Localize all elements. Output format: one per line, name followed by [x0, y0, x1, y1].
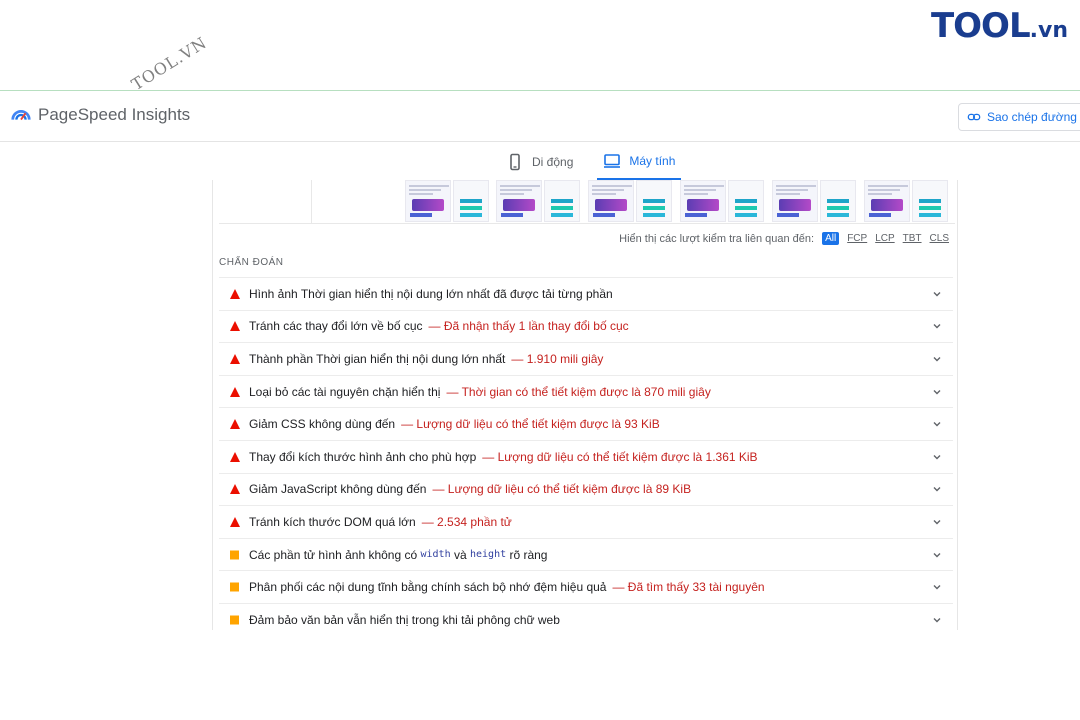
chevron-down-icon[interactable]	[931, 288, 943, 300]
fail-icon	[230, 321, 240, 332]
tab-desktop[interactable]: Máy tính	[597, 150, 682, 180]
audit-display-value: — Thời gian có thể tiết kiệm được là 870…	[446, 384, 711, 399]
pagespeed-icon	[11, 110, 31, 121]
tab-mobile[interactable]: Di động	[500, 150, 579, 180]
average-icon	[230, 615, 239, 625]
brand-domain: .vn	[1029, 18, 1068, 43]
chevron-down-icon[interactable]	[931, 353, 943, 365]
tab-mobile-label: Di động	[532, 155, 574, 169]
copy-link-label: Sao chép đường liên kết	[987, 110, 1080, 124]
audit-row[interactable]: Tránh kích thước DOM quá lớn — 2.534 phầ…	[219, 505, 953, 538]
audit-title: Tránh kích thước DOM quá lớn	[249, 514, 416, 529]
brand-name: TOOL	[930, 6, 1031, 46]
audit-display-value: — 1.910 mili giây	[511, 351, 604, 366]
audit-display-value: — Đã tìm thấy 33 tài nguyên	[612, 580, 765, 595]
audit-title: Thay đổi kích thước hình ảnh cho phù hợp	[249, 449, 477, 464]
chevron-down-icon[interactable]	[931, 483, 943, 495]
audit-display-value: — Đã nhận thấy 1 lần thay đổi bố cục	[428, 319, 629, 334]
app-header: PageSpeed Insights Sao chép đường liên k…	[0, 92, 1080, 142]
audit-filter: Hiển thị các lượt kiểm tra liên quan đến…	[619, 232, 949, 245]
chevron-down-icon[interactable]	[931, 451, 943, 463]
chevron-down-icon[interactable]	[931, 386, 943, 398]
pagespeed-logo[interactable]: PageSpeed Insights	[10, 104, 190, 126]
audit-title: Tránh các thay đổi lớn về bố cục	[249, 319, 423, 334]
filter-chip-tbt[interactable]: TBT	[903, 233, 922, 244]
chevron-down-icon[interactable]	[931, 516, 943, 528]
diagnostics-list: Hình ảnh Thời gian hiển thị nội dung lớn…	[219, 277, 953, 630]
audit-row[interactable]: Loại bỏ các tài nguyên chặn hiển thị — T…	[219, 374, 953, 408]
audit-title: Đảm bảo văn bản vẫn hiển thị trong khi t…	[249, 612, 560, 627]
average-icon	[230, 582, 239, 592]
link-icon	[967, 113, 981, 121]
fail-icon	[230, 451, 240, 462]
chevron-down-icon[interactable]	[931, 581, 943, 593]
audit-row[interactable]: Hình ảnh Thời gian hiển thị nội dung lớn…	[219, 277, 953, 310]
filmstrip-frame	[772, 180, 818, 222]
tab-desktop-label: Máy tính	[629, 154, 676, 168]
chevron-down-icon[interactable]	[931, 320, 943, 332]
filmstrip-frame	[496, 180, 542, 222]
audit-title: Phân phối các nội dung tĩnh bằng chính s…	[249, 580, 607, 595]
audit-title-and: và	[453, 547, 467, 562]
audit-title: Loại bỏ các tài nguyên chặn hiển thị	[249, 384, 441, 399]
watermark-text: TOOL.VN	[128, 32, 211, 95]
fail-icon	[230, 516, 240, 527]
filmstrip-frame	[680, 180, 726, 222]
audit-row[interactable]: Giảm CSS không dùng đến — Lượng dữ liệu …	[219, 407, 953, 440]
desktop-icon	[604, 154, 621, 168]
mobile-icon	[510, 153, 520, 171]
chevron-down-icon[interactable]	[931, 549, 943, 561]
audit-row[interactable]: Các phần tử hình ảnh không có width và h…	[219, 537, 953, 571]
copy-link-button[interactable]: Sao chép đường liên kết	[958, 103, 1080, 131]
audit-display-value: — 2.534 phần tử	[421, 514, 512, 529]
audit-title: Giảm CSS không dùng đến	[249, 417, 396, 432]
audit-display-value: — Lượng dữ liệu có thể tiết kiệm được là…	[432, 482, 692, 497]
filmstrip-divider	[311, 180, 312, 224]
audit-title: Thành phần Thời gian hiển thị nội dung l…	[249, 351, 506, 366]
section-title: CHẨN ĐOÁN	[219, 257, 284, 268]
filmstrip-frame	[912, 180, 948, 222]
audit-title-prefix: Các phần tử hình ảnh không có	[249, 547, 418, 562]
filmstrip-frame	[544, 180, 580, 222]
filmstrip-frame	[636, 180, 672, 222]
filter-chip-fcp[interactable]: FCP	[847, 233, 867, 244]
filter-chip-all[interactable]: All	[822, 232, 840, 245]
brand-logo: TOOL .vn	[931, 6, 1068, 46]
filmstrip-frame	[453, 180, 489, 222]
code-width: width	[420, 549, 451, 561]
code-height: height	[469, 549, 507, 561]
filmstrip-frame	[820, 180, 856, 222]
top-divider	[0, 90, 1080, 91]
audit-row[interactable]: Đảm bảo văn bản vẫn hiển thị trong khi t…	[219, 602, 953, 630]
chevron-down-icon[interactable]	[931, 418, 943, 430]
filmstrip-frame	[588, 180, 634, 222]
report-panel: Hiển thị các lượt kiểm tra liên quan đến…	[212, 180, 958, 630]
app-title: PageSpeed Insights	[38, 105, 191, 124]
audit-title: Hình ảnh Thời gian hiển thị nội dung lớn…	[249, 286, 613, 301]
filter-label: Hiển thị các lượt kiểm tra liên quan đến…	[619, 232, 815, 245]
fail-icon	[230, 353, 240, 364]
audit-row[interactable]: Thay đổi kích thước hình ảnh cho phù hợp…	[219, 439, 953, 473]
audit-title: Giảm JavaScript không dùng đến	[249, 482, 427, 497]
fail-icon	[230, 288, 240, 299]
filmstrip	[219, 180, 955, 224]
fail-icon	[230, 386, 240, 397]
audit-row[interactable]: Thành phần Thời gian hiển thị nội dung l…	[219, 342, 953, 375]
audit-row[interactable]: Tránh các thay đổi lớn về bố cục — Đã nh…	[219, 309, 953, 343]
filter-chip-cls[interactable]: CLS	[930, 233, 949, 244]
device-tabs: Di động Máy tính	[500, 150, 682, 180]
fail-icon	[230, 484, 240, 495]
audit-title-suffix: rõ ràng	[509, 547, 548, 562]
chevron-down-icon[interactable]	[931, 614, 943, 626]
filter-chip-lcp[interactable]: LCP	[875, 233, 894, 244]
filmstrip-frame	[405, 180, 451, 222]
fail-icon	[230, 419, 240, 430]
audit-row[interactable]: Phân phối các nội dung tĩnh bằng chính s…	[219, 570, 953, 603]
filmstrip-frame	[864, 180, 910, 222]
audit-display-value: — Lượng dữ liệu có thể tiết kiệm được là…	[401, 417, 660, 432]
average-icon	[230, 550, 239, 560]
filmstrip-frame	[728, 180, 764, 222]
audit-row[interactable]: Giảm JavaScript không dùng đến — Lượng d…	[219, 472, 953, 506]
audit-display-value: — Lượng dữ liệu có thể tiết kiệm được là…	[482, 449, 758, 464]
